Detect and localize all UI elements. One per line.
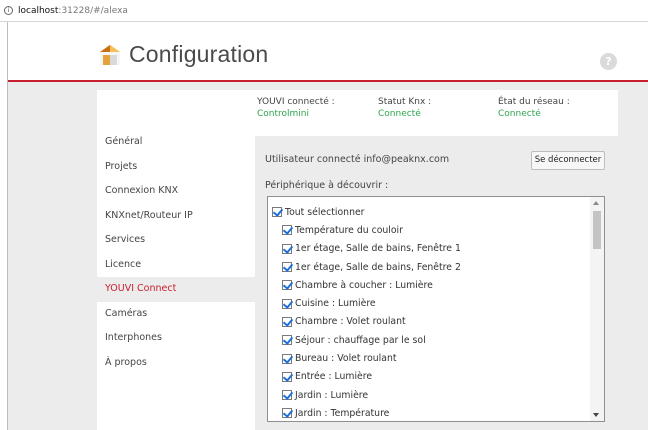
sidebar-item-cameras[interactable]: Caméras <box>97 302 255 327</box>
connected-user-label: Utilisateur connecté <box>265 154 361 165</box>
device-checkbox[interactable] <box>282 298 292 309</box>
device-list-items: Tout sélectionner Température du couloir… <box>268 203 590 421</box>
device-checkbox[interactable] <box>282 262 292 273</box>
url-path: :31228/#/alexa <box>58 5 128 16</box>
address-bar[interactable]: i localhost:31228/#/alexa <box>0 0 648 22</box>
device-label: 1er étage, Salle de bains, Fenêtre 2 <box>295 261 461 273</box>
url-host: localhost <box>18 5 59 16</box>
device-label: Chambre à coucher : Lumière <box>295 279 433 291</box>
device-checkbox[interactable] <box>282 280 292 291</box>
select-all-checkbox[interactable] <box>272 207 282 218</box>
sidebar-item-about[interactable]: À propos <box>97 351 255 376</box>
device-label: Jardin : Lumière <box>295 389 369 401</box>
device-row[interactable]: 1er étage, Salle de bains, Fenêtre 2 <box>268 258 590 276</box>
device-checkbox[interactable] <box>282 408 292 419</box>
question-icon[interactable]: ? <box>600 53 617 70</box>
select-all-row[interactable]: Tout sélectionner <box>268 203 590 221</box>
device-row[interactable]: Chambre à coucher : Lumière <box>268 276 590 294</box>
device-row[interactable]: Jardin : Lumière <box>268 386 590 404</box>
sidebar-nav: Général Projets Connexion KNX KNXnet/Rou… <box>97 130 255 375</box>
connected-user-email: info@peaknx.com <box>363 154 450 165</box>
status-knx-value: Connecté <box>378 109 421 119</box>
device-label: Séjour : chauffage par le sol <box>295 334 426 346</box>
house-logo-icon <box>100 45 120 65</box>
status-network-label: État du réseau : <box>498 97 570 107</box>
sidebar-item-general[interactable]: Général <box>97 130 255 155</box>
status-youvi-label: YOUVI connecté : <box>257 97 335 107</box>
info-icon[interactable]: i <box>4 6 13 15</box>
window-frame <box>0 22 8 430</box>
select-all-label: Tout sélectionner <box>285 206 365 218</box>
device-checkbox[interactable] <box>282 353 292 364</box>
status-network-value: Connecté <box>498 109 541 119</box>
status-youvi-value: Controlmini <box>257 109 310 119</box>
device-row[interactable]: Jardin : Température <box>268 404 590 421</box>
device-row[interactable]: Bureau : Volet roulant <box>268 349 590 367</box>
device-label: Jardin : Température <box>295 407 390 419</box>
scroll-up-arrow-icon[interactable] <box>593 201 599 205</box>
status-youvi: YOUVI connecté : Controlmini <box>257 96 335 120</box>
status-network: État du réseau : Connecté <box>498 96 570 120</box>
device-checkbox[interactable] <box>282 225 292 236</box>
discover-label: Périphérique à découvrir : <box>265 180 389 191</box>
device-checkbox[interactable] <box>282 316 292 327</box>
device-list-scrollbar[interactable] <box>590 197 604 421</box>
device-row[interactable]: Température du couloir <box>268 221 590 239</box>
device-label: Entrée : Lumière <box>295 371 373 383</box>
device-label: Bureau : Volet roulant <box>295 353 397 365</box>
sidebar-item-intercoms[interactable]: Interphones <box>97 326 255 351</box>
status-knx-label: Statut Knx : <box>378 97 432 107</box>
device-row[interactable]: 1er étage, Salle de bains, Fenêtre 1 <box>268 240 590 258</box>
device-row[interactable]: Séjour : chauffage par le sol <box>268 331 590 349</box>
page-title: Configuration <box>129 41 269 67</box>
device-checkbox[interactable] <box>282 243 292 254</box>
scroll-down-arrow-icon[interactable] <box>593 413 599 417</box>
device-row[interactable]: Cuisine : Lumière <box>268 294 590 312</box>
device-label: Cuisine : Lumière <box>295 298 376 310</box>
scroll-thumb[interactable] <box>593 211 601 249</box>
sidebar-item-knx-connection[interactable]: Connexion KNX <box>97 179 255 204</box>
device-label: Chambre : Volet roulant <box>295 316 406 328</box>
device-checkbox[interactable] <box>282 335 292 346</box>
device-label: Température du couloir <box>295 224 403 236</box>
sidebar-item-youvi-connect[interactable]: YOUVI Connect <box>97 277 255 302</box>
device-list[interactable]: Tout sélectionner Température du couloir… <box>267 196 605 422</box>
youvi-connect-content: Utilisateur connecté info@peaknx.com Se … <box>255 136 618 430</box>
sidebar-item-licence[interactable]: Licence <box>97 253 255 278</box>
sidebar-item-projects[interactable]: Projets <box>97 155 255 180</box>
connected-user: Utilisateur connecté info@peaknx.com <box>265 154 449 165</box>
status-knx: Statut Knx : Connecté <box>378 96 431 120</box>
device-row[interactable]: Chambre : Volet roulant <box>268 313 590 331</box>
device-row[interactable]: Entrée : Lumière <box>268 368 590 386</box>
sidebar-item-services[interactable]: Services <box>97 228 255 253</box>
app-header: Configuration ? <box>8 22 648 82</box>
device-checkbox[interactable] <box>282 390 292 401</box>
sidebar-item-knxnet-router[interactable]: KNXnet/Routeur IP <box>97 204 255 229</box>
device-checkbox[interactable] <box>282 371 292 382</box>
device-label: 1er étage, Salle de bains, Fenêtre 1 <box>295 243 461 255</box>
logout-button[interactable]: Se déconnecter <box>531 151 605 170</box>
